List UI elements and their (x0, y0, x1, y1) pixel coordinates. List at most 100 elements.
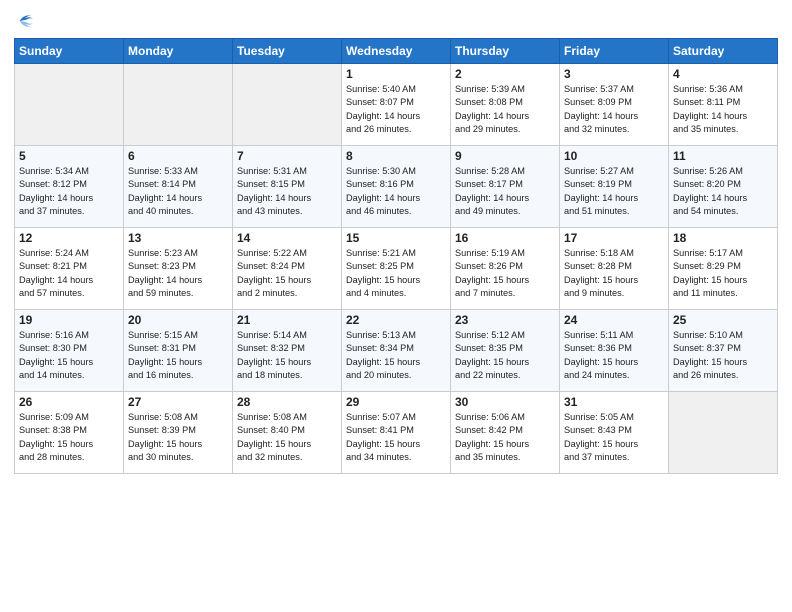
day-number: 13 (128, 231, 228, 245)
day-cell: 31 Sunrise: 5:05 AM Sunset: 8:43 PM Dayli… (560, 392, 669, 474)
day-number: 23 (455, 313, 555, 327)
header-friday: Friday (560, 39, 669, 64)
calendar-body: 1 Sunrise: 5:40 AM Sunset: 8:07 PM Daylig… (15, 64, 778, 474)
day-info: Sunrise: 5:05 AM Sunset: 8:43 PM Dayligh… (564, 411, 664, 464)
day-cell: 22Sunrise: 5:13 AM Sunset: 8:34 PM Dayli… (342, 310, 451, 392)
day-cell: 28 Sunrise: 5:08 AM Sunset: 8:40 PM Dayli… (233, 392, 342, 474)
day-cell: 7Sunrise: 5:31 AM Sunset: 8:15 PM Daylig… (233, 146, 342, 228)
day-info: Sunrise: 5:16 AM Sunset: 8:30 PM Dayligh… (19, 329, 119, 382)
day-number: 20 (128, 313, 228, 327)
day-cell: 19 Sunrise: 5:16 AM Sunset: 8:30 PM Dayli… (15, 310, 124, 392)
header (14, 10, 778, 32)
day-info: Sunrise: 5:26 AM Sunset: 8:20 PM Dayligh… (673, 165, 773, 218)
day-number: 26 (19, 395, 119, 409)
day-info: Sunrise: 5:39 AM Sunset: 8:08 PM Dayligh… (455, 83, 555, 136)
header-row: SundayMondayTuesdayWednesdayThursdayFrid… (15, 39, 778, 64)
day-info: Sunrise: 5:15 AM Sunset: 8:31 PM Dayligh… (128, 329, 228, 382)
day-number: 9 (455, 149, 555, 163)
calendar-header: SundayMondayTuesdayWednesdayThursdayFrid… (15, 39, 778, 64)
day-info: Sunrise: 5:24 AM Sunset: 8:21 PM Dayligh… (19, 247, 119, 300)
day-info: Sunrise: 5:12 AM Sunset: 8:35 PM Dayligh… (455, 329, 555, 382)
week-row-2: 5 Sunrise: 5:34 AM Sunset: 8:12 PM Daylig… (15, 146, 778, 228)
day-cell: 18Sunrise: 5:17 AM Sunset: 8:29 PM Dayli… (669, 228, 778, 310)
header-thursday: Thursday (451, 39, 560, 64)
day-info: Sunrise: 5:27 AM Sunset: 8:19 PM Dayligh… (564, 165, 664, 218)
day-cell: 23 Sunrise: 5:12 AM Sunset: 8:35 PM Dayli… (451, 310, 560, 392)
day-cell: 20 Sunrise: 5:15 AM Sunset: 8:31 PM Dayli… (124, 310, 233, 392)
day-info: Sunrise: 5:09 AM Sunset: 8:38 PM Dayligh… (19, 411, 119, 464)
day-number: 25 (673, 313, 773, 327)
week-row-5: 26 Sunrise: 5:09 AM Sunset: 8:38 PM Dayli… (15, 392, 778, 474)
day-info: Sunrise: 5:11 AM Sunset: 8:36 PM Dayligh… (564, 329, 664, 382)
day-info: Sunrise: 5:22 AM Sunset: 8:24 PM Dayligh… (237, 247, 337, 300)
day-cell: 12 Sunrise: 5:24 AM Sunset: 8:21 PM Dayli… (15, 228, 124, 310)
logo-icon (14, 10, 36, 32)
day-cell (233, 64, 342, 146)
day-cell: 29Sunrise: 5:07 AM Sunset: 8:41 PM Dayli… (342, 392, 451, 474)
day-number: 6 (128, 149, 228, 163)
day-cell: 8 Sunrise: 5:30 AM Sunset: 8:16 PM Daylig… (342, 146, 451, 228)
day-number: 18 (673, 231, 773, 245)
day-info: Sunrise: 5:30 AM Sunset: 8:16 PM Dayligh… (346, 165, 446, 218)
day-info: Sunrise: 5:18 AM Sunset: 8:28 PM Dayligh… (564, 247, 664, 300)
day-info: Sunrise: 5:07 AM Sunset: 8:41 PM Dayligh… (346, 411, 446, 464)
day-number: 27 (128, 395, 228, 409)
day-cell: 2Sunrise: 5:39 AM Sunset: 8:08 PM Daylig… (451, 64, 560, 146)
day-cell: 30 Sunrise: 5:06 AM Sunset: 8:42 PM Dayli… (451, 392, 560, 474)
day-number: 3 (564, 67, 664, 81)
day-cell: 21 Sunrise: 5:14 AM Sunset: 8:32 PM Dayli… (233, 310, 342, 392)
day-number: 15 (346, 231, 446, 245)
day-cell (669, 392, 778, 474)
day-cell: 26 Sunrise: 5:09 AM Sunset: 8:38 PM Dayli… (15, 392, 124, 474)
day-number: 12 (19, 231, 119, 245)
day-number: 11 (673, 149, 773, 163)
day-number: 30 (455, 395, 555, 409)
day-info: Sunrise: 5:28 AM Sunset: 8:17 PM Dayligh… (455, 165, 555, 218)
day-cell: 10 Sunrise: 5:27 AM Sunset: 8:19 PM Dayli… (560, 146, 669, 228)
calendar-table: SundayMondayTuesdayWednesdayThursdayFrid… (14, 38, 778, 474)
day-number: 4 (673, 67, 773, 81)
header-tuesday: Tuesday (233, 39, 342, 64)
day-cell: 6 Sunrise: 5:33 AM Sunset: 8:14 PM Daylig… (124, 146, 233, 228)
day-info: Sunrise: 5:34 AM Sunset: 8:12 PM Dayligh… (19, 165, 119, 218)
day-number: 24 (564, 313, 664, 327)
day-number: 14 (237, 231, 337, 245)
day-number: 31 (564, 395, 664, 409)
day-number: 16 (455, 231, 555, 245)
day-info: Sunrise: 5:33 AM Sunset: 8:14 PM Dayligh… (128, 165, 228, 218)
day-cell: 4 Sunrise: 5:36 AM Sunset: 8:11 PM Daylig… (669, 64, 778, 146)
header-wednesday: Wednesday (342, 39, 451, 64)
day-info: Sunrise: 5:36 AM Sunset: 8:11 PM Dayligh… (673, 83, 773, 136)
day-number: 22 (346, 313, 446, 327)
day-cell: 15 Sunrise: 5:21 AM Sunset: 8:25 PM Dayli… (342, 228, 451, 310)
day-info: Sunrise: 5:14 AM Sunset: 8:32 PM Dayligh… (237, 329, 337, 382)
day-info: Sunrise: 5:37 AM Sunset: 8:09 PM Dayligh… (564, 83, 664, 136)
day-cell: 25 Sunrise: 5:10 AM Sunset: 8:37 PM Dayli… (669, 310, 778, 392)
day-cell: 17 Sunrise: 5:18 AM Sunset: 8:28 PM Dayli… (560, 228, 669, 310)
day-number: 21 (237, 313, 337, 327)
day-info: Sunrise: 5:23 AM Sunset: 8:23 PM Dayligh… (128, 247, 228, 300)
day-info: Sunrise: 5:40 AM Sunset: 8:07 PM Dayligh… (346, 83, 446, 136)
logo (14, 10, 38, 32)
day-cell: 5 Sunrise: 5:34 AM Sunset: 8:12 PM Daylig… (15, 146, 124, 228)
day-info: Sunrise: 5:21 AM Sunset: 8:25 PM Dayligh… (346, 247, 446, 300)
week-row-3: 12 Sunrise: 5:24 AM Sunset: 8:21 PM Dayli… (15, 228, 778, 310)
day-cell: 24 Sunrise: 5:11 AM Sunset: 8:36 PM Dayli… (560, 310, 669, 392)
day-cell: 27Sunrise: 5:08 AM Sunset: 8:39 PM Dayli… (124, 392, 233, 474)
day-cell: 14 Sunrise: 5:22 AM Sunset: 8:24 PM Dayli… (233, 228, 342, 310)
day-cell (15, 64, 124, 146)
day-number: 10 (564, 149, 664, 163)
day-number: 28 (237, 395, 337, 409)
day-number: 8 (346, 149, 446, 163)
day-cell: 9 Sunrise: 5:28 AM Sunset: 8:17 PM Daylig… (451, 146, 560, 228)
day-cell: 13 Sunrise: 5:23 AM Sunset: 8:23 PM Dayli… (124, 228, 233, 310)
day-number: 19 (19, 313, 119, 327)
day-number: 1 (346, 67, 446, 81)
day-info: Sunrise: 5:10 AM Sunset: 8:37 PM Dayligh… (673, 329, 773, 382)
day-info: Sunrise: 5:08 AM Sunset: 8:40 PM Dayligh… (237, 411, 337, 464)
day-number: 5 (19, 149, 119, 163)
day-number: 17 (564, 231, 664, 245)
day-info: Sunrise: 5:06 AM Sunset: 8:42 PM Dayligh… (455, 411, 555, 464)
day-cell: 16Sunrise: 5:19 AM Sunset: 8:26 PM Dayli… (451, 228, 560, 310)
day-cell: 3 Sunrise: 5:37 AM Sunset: 8:09 PM Daylig… (560, 64, 669, 146)
